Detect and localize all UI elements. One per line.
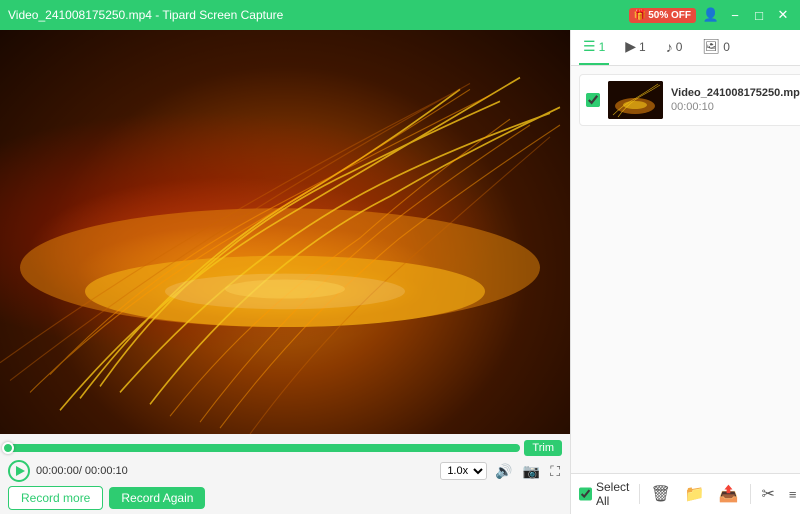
file-info: Video_241008175250.mp4 00:00:10	[671, 87, 800, 113]
trim-button[interactable]: Trim	[524, 440, 562, 456]
table-row: Video_241008175250.mp4 00:00:10 ↗	[579, 74, 800, 126]
promo-badge: 🎁 50% OFF	[629, 8, 696, 23]
select-all-label: Select All	[596, 480, 631, 508]
left-panel: Trim 00:00:00/ 00:00:10 1.0x 0.5x 1.5x 2…	[0, 30, 570, 514]
maximize-button[interactable]: □	[750, 6, 768, 24]
tab-image[interactable]: 🖼 0	[698, 30, 733, 65]
play-icon	[16, 466, 25, 476]
controls-row: 00:00:00/ 00:00:10 1.0x 0.5x 1.5x 2.0x 🔊…	[8, 460, 562, 482]
progress-thumb[interactable]	[2, 442, 14, 454]
minimize-button[interactable]: −	[726, 6, 744, 24]
progress-fill	[8, 444, 520, 452]
promo-text: 50% OFF	[648, 10, 691, 21]
share-button[interactable]: 📤	[716, 482, 742, 506]
file-duration: 00:00:10	[671, 101, 800, 113]
file-name: Video_241008175250.mp4	[671, 87, 800, 99]
user-icon-btn[interactable]: 👤	[702, 6, 720, 24]
time-display: 00:00:00/ 00:00:10	[36, 465, 128, 477]
play-button[interactable]	[8, 460, 30, 482]
delete-button[interactable]: 🗑	[648, 482, 674, 506]
tab-video[interactable]: ☰ 1	[579, 30, 609, 65]
folder-button[interactable]: 📁	[682, 482, 708, 506]
select-all-checkbox[interactable]	[579, 487, 592, 501]
main-area: Trim 00:00:00/ 00:00:10 1.0x 0.5x 1.5x 2…	[0, 30, 800, 514]
window-controls: 🎁 50% OFF 👤 − □ ✕	[629, 6, 792, 24]
tab-audio[interactable]: ♪ 0	[662, 30, 687, 65]
file-list: Video_241008175250.mp4 00:00:10 ↗ ↖	[571, 66, 800, 473]
video-display	[0, 30, 570, 434]
fullscreen-button[interactable]: ⛶	[548, 461, 562, 482]
title-bar: Video_241008175250.mp4 - Tipard Screen C…	[0, 0, 800, 30]
adjust-button[interactable]: ≡	[786, 485, 800, 504]
volume-button[interactable]: 🔊	[493, 461, 514, 482]
bottom-toolbar: Select All 🗑 📁 📤 ✂ ≡ ↺ ⧉ ✏ 🔊 🔔 ⊕	[571, 473, 800, 514]
record-again-button[interactable]: Record Again	[109, 487, 205, 509]
tab-video-count: 1	[599, 40, 606, 54]
list-icon: ☰	[583, 38, 596, 55]
cut-button[interactable]: ✂	[759, 482, 778, 506]
close-button[interactable]: ✕	[774, 6, 792, 24]
promo-icon: 🎁	[634, 10, 646, 21]
action-buttons-row: Record more Record Again	[8, 486, 562, 510]
window-title: Video_241008175250.mp4 - Tipard Screen C…	[8, 8, 283, 22]
right-panel: ☰ 1 ▶ 1 ♪ 0 🖼 0	[570, 30, 800, 514]
tab-bar: ☰ 1 ▶ 1 ♪ 0 🖼 0	[571, 30, 800, 66]
timeline-area: Trim 00:00:00/ 00:00:10 1.0x 0.5x 1.5x 2…	[0, 434, 570, 514]
record-more-button[interactable]: Record more	[8, 486, 103, 510]
tab-play[interactable]: ▶ 1	[621, 30, 649, 65]
progress-bar-container: Trim	[8, 440, 562, 456]
tab-image-count: 0	[723, 40, 730, 54]
select-all-area[interactable]: Select All	[579, 480, 631, 508]
audio-icon: ♪	[666, 39, 673, 55]
tab-audio-count: 0	[676, 40, 683, 54]
play-icon: ▶	[625, 38, 636, 55]
file-checkbox[interactable]	[586, 93, 600, 107]
thumb-svg	[608, 81, 663, 119]
image-icon: 🖼	[702, 38, 720, 55]
camera-button[interactable]: 📷	[521, 461, 542, 482]
toolbar-divider-2	[750, 484, 751, 504]
video-particles-svg	[0, 30, 570, 434]
file-thumbnail	[608, 81, 663, 119]
toolbar-divider	[639, 484, 640, 504]
tab-play-count: 1	[639, 40, 646, 54]
speed-selector[interactable]: 1.0x 0.5x 1.5x 2.0x	[440, 462, 487, 480]
progress-track[interactable]	[8, 444, 520, 452]
